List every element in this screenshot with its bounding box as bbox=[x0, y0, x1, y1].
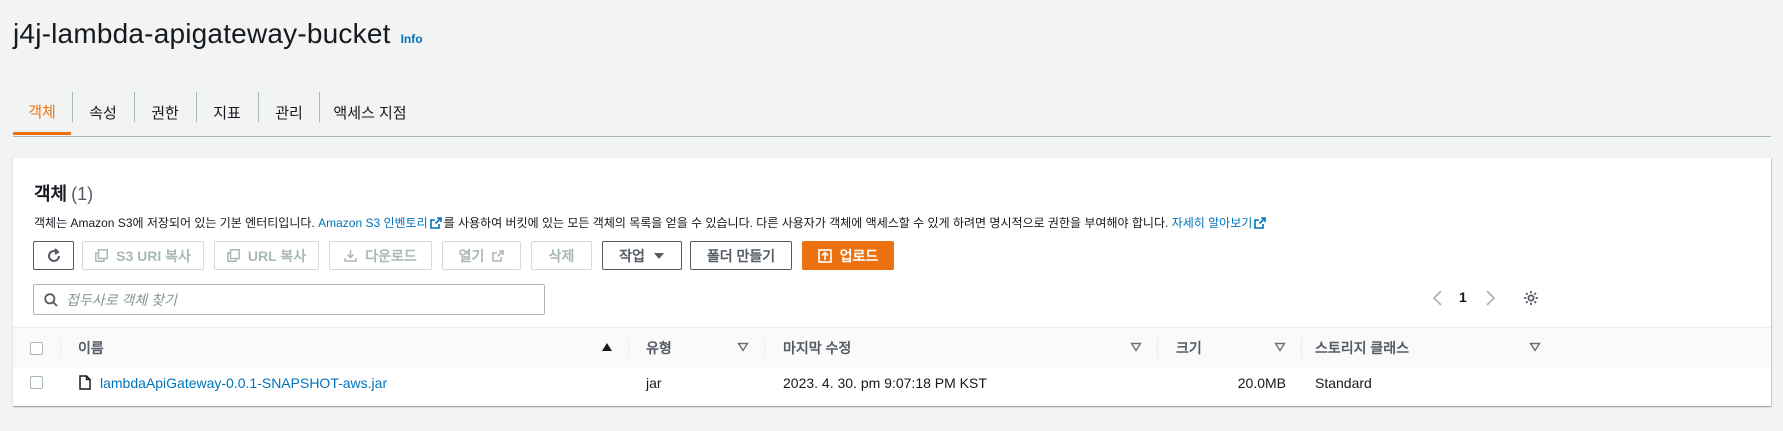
tab-management[interactable]: 관리 bbox=[259, 90, 319, 134]
column-header-storage-class[interactable]: 스토리지 클래스 bbox=[1315, 328, 1409, 368]
table-row[interactable]: lambdaApiGateway-0.0.1-SNAPSHOT-aws.jar … bbox=[13, 368, 1771, 397]
row-checkbox[interactable] bbox=[30, 376, 43, 389]
create-folder-button[interactable]: 폴더 만들기 bbox=[690, 241, 792, 270]
refresh-button[interactable] bbox=[33, 241, 74, 270]
external-link-icon bbox=[1254, 217, 1267, 229]
last-modified-cell: 2023. 4. 30. pm 9:07:18 PM KST bbox=[783, 374, 987, 391]
learn-more-link[interactable]: 자세히 알아보기 bbox=[1172, 216, 1253, 230]
sort-icon[interactable] bbox=[1274, 342, 1286, 352]
column-divider bbox=[1301, 338, 1302, 358]
desc-text-2: 를 사용하여 버킷에 있는 모든 객체의 목록을 얻을 수 있습니다. 다른 사… bbox=[443, 216, 1172, 230]
table-header: 이름 유형 마지막 수정 크기 스토리지 클래스 bbox=[13, 327, 1771, 369]
sort-ascending-icon[interactable] bbox=[601, 342, 613, 352]
download-button[interactable]: 다운로드 bbox=[329, 241, 432, 270]
tab-metrics[interactable]: 지표 bbox=[197, 90, 257, 134]
refresh-icon bbox=[47, 247, 60, 262]
delete-button[interactable]: 삭제 bbox=[531, 241, 592, 270]
upload-label: 업로드 bbox=[839, 247, 879, 264]
open-label: 열기 bbox=[458, 247, 485, 264]
page-number[interactable]: 1 bbox=[1459, 289, 1467, 305]
upload-button[interactable]: 업로드 bbox=[802, 241, 894, 270]
column-divider bbox=[1157, 338, 1158, 358]
column-divider bbox=[764, 338, 765, 358]
actions-dropdown-button[interactable]: 작업 bbox=[602, 241, 682, 270]
copy-url-button[interactable]: URL 복사 bbox=[214, 241, 319, 270]
next-page-icon[interactable] bbox=[1485, 289, 1497, 307]
info-link[interactable]: Info bbox=[401, 32, 423, 46]
page-header: j4j-lambda-apigateway-bucket Info bbox=[13, 18, 423, 50]
select-all-checkbox[interactable] bbox=[30, 341, 43, 355]
download-icon bbox=[344, 250, 357, 262]
tab-properties[interactable]: 속성 bbox=[73, 90, 133, 134]
copy-icon bbox=[95, 249, 109, 262]
objects-count: (1) bbox=[71, 184, 94, 204]
objects-description: 객체는 Amazon S3에 저장되어 있는 기본 엔터티입니다. Amazon… bbox=[34, 214, 1268, 231]
type-cell: jar bbox=[646, 374, 662, 391]
download-label: 다운로드 bbox=[365, 247, 417, 264]
sort-icon[interactable] bbox=[1130, 342, 1142, 352]
objects-title: 객체 bbox=[34, 184, 68, 204]
column-header-type[interactable]: 유형 bbox=[646, 328, 672, 368]
search-box[interactable] bbox=[33, 284, 545, 315]
copy-s3-uri-label: S3 URI 복사 bbox=[116, 247, 191, 264]
delete-label: 삭제 bbox=[548, 247, 575, 264]
previous-page-icon[interactable] bbox=[1431, 289, 1443, 307]
column-header-size[interactable]: 크기 bbox=[1176, 328, 1202, 368]
copy-icon bbox=[226, 249, 240, 262]
open-button[interactable]: 열기 bbox=[442, 241, 521, 270]
column-header-name[interactable]: 이름 bbox=[78, 328, 104, 368]
column-divider bbox=[60, 338, 61, 358]
search-icon bbox=[44, 292, 58, 307]
column-header-last-modified[interactable]: 마지막 수정 bbox=[783, 328, 851, 368]
create-folder-label: 폴더 만들기 bbox=[706, 247, 776, 264]
name-cell: lambdaApiGateway-0.0.1-SNAPSHOT-aws.jar bbox=[79, 368, 387, 397]
copy-s3-uri-button[interactable]: S3 URI 복사 bbox=[82, 241, 204, 270]
bucket-tabs: 객체 속성 권한 지표 관리 액세스 지점 bbox=[13, 90, 1771, 137]
sort-icon[interactable] bbox=[1529, 342, 1541, 352]
settings-gear-icon[interactable] bbox=[1523, 290, 1539, 306]
search-input[interactable] bbox=[64, 290, 528, 309]
upload-icon bbox=[817, 248, 832, 263]
size-cell: 20.0MB bbox=[1237, 374, 1286, 391]
column-divider bbox=[628, 338, 629, 358]
desc-text-1: 객체는 Amazon S3에 저장되어 있는 기본 엔터티입니다. bbox=[34, 216, 319, 230]
actions-label: 작업 bbox=[619, 247, 645, 264]
caret-down-icon bbox=[653, 252, 664, 259]
external-link-icon bbox=[492, 249, 505, 262]
objects-heading: 객체 (1) bbox=[34, 180, 93, 206]
storage-class-cell: Standard bbox=[1315, 374, 1372, 391]
tab-permissions[interactable]: 권한 bbox=[135, 90, 195, 134]
page-title: j4j-lambda-apigateway-bucket bbox=[13, 18, 391, 49]
row-checkbox-cell[interactable] bbox=[30, 368, 43, 397]
copy-url-label: URL 복사 bbox=[247, 247, 307, 264]
tab-access-points[interactable]: 액세스 지점 bbox=[320, 90, 420, 134]
file-icon bbox=[79, 375, 91, 390]
sort-icon[interactable] bbox=[737, 342, 749, 352]
tab-objects[interactable]: 객체 bbox=[13, 90, 71, 135]
object-name-link[interactable]: lambdaApiGateway-0.0.1-SNAPSHOT-aws.jar bbox=[100, 375, 387, 391]
external-link-icon bbox=[429, 217, 442, 229]
objects-panel: 객체 (1) 객체는 Amazon S3에 저장되어 있는 기본 엔터티입니다. … bbox=[13, 157, 1771, 406]
select-all-checkbox-cell[interactable] bbox=[30, 328, 43, 368]
inventory-link[interactable]: Amazon S3 인벤토리 bbox=[318, 216, 428, 230]
